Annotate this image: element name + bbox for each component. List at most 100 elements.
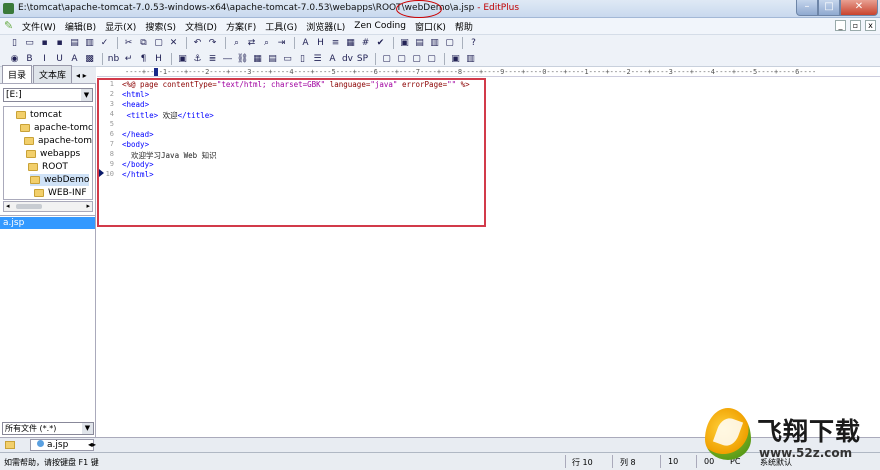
word-wrap-icon[interactable]: ≡ xyxy=(329,37,342,49)
input-icon[interactable]: ▭ xyxy=(281,53,294,65)
menu-view[interactable]: 显示(X) xyxy=(105,20,136,33)
cascade-icon[interactable]: ▥ xyxy=(428,37,441,49)
paragraph-icon[interactable]: ¶ xyxy=(137,53,150,65)
mdi-minimize-button[interactable]: _ xyxy=(835,20,846,31)
preview-icon[interactable]: ▣ xyxy=(449,53,462,65)
menu-bar: ✎ 文件(W) 编辑(B) 显示(X) 搜索(S) 文档(D) 方案(F) 工具… xyxy=(0,18,880,35)
print-icon[interactable]: ▤ xyxy=(68,37,81,49)
goto-icon[interactable]: ⇥ xyxy=(275,37,288,49)
italic-icon[interactable]: I xyxy=(38,53,51,65)
browser-icon[interactable]: ◉ xyxy=(8,53,21,65)
menu-search[interactable]: 搜索(S) xyxy=(145,20,176,33)
div-icon[interactable]: dv xyxy=(341,53,354,65)
save-all-icon[interactable]: ▪ xyxy=(53,37,66,49)
tile-icon[interactable]: ▤ xyxy=(413,37,426,49)
mdi-restore-button[interactable]: ▫ xyxy=(850,20,861,31)
tree-node-tomcat[interactable]: tomcat xyxy=(16,109,62,121)
color-picker-icon[interactable]: ▩ xyxy=(83,53,96,65)
minimize-button[interactable]: – xyxy=(796,0,818,16)
script-icon[interactable]: ▢ xyxy=(380,53,393,65)
menu-tools[interactable]: 工具(G) xyxy=(265,20,297,33)
fullscreen-icon[interactable]: ▢ xyxy=(443,37,456,49)
tab-a-jsp[interactable]: a.jsp xyxy=(30,439,94,451)
menu-edit[interactable]: 编辑(B) xyxy=(65,20,96,33)
file-filter-select[interactable]: 所有文件 (*.*) ▼ xyxy=(2,422,94,435)
check-icon[interactable]: ✔ xyxy=(374,37,387,49)
line-numbers-icon[interactable]: # xyxy=(359,37,372,49)
bold-icon[interactable]: B xyxy=(23,53,36,65)
scroll-thumb[interactable] xyxy=(16,204,42,209)
window-icon[interactable]: ▣ xyxy=(398,37,411,49)
print-preview-icon[interactable]: ▥ xyxy=(83,37,96,49)
menu-file[interactable]: 文件(W) xyxy=(22,20,56,33)
hr-icon[interactable]: ― xyxy=(221,53,234,65)
tree-horizontal-scrollbar[interactable]: ◂ ▸ xyxy=(3,201,93,212)
anchor-icon[interactable]: ⚓ xyxy=(191,53,204,65)
drive-select[interactable]: [E:] ▼ xyxy=(3,88,93,102)
menu-project[interactable]: 方案(F) xyxy=(226,20,256,33)
comment-icon[interactable]: ▢ xyxy=(410,53,423,65)
undo-icon[interactable]: ↶ xyxy=(191,37,204,49)
hex-icon[interactable]: H xyxy=(314,37,327,49)
delete-icon[interactable]: ✕ xyxy=(167,37,180,49)
underline-icon[interactable]: U xyxy=(53,53,66,65)
paste-icon[interactable]: ▢ xyxy=(152,37,165,49)
maximize-button[interactable]: □ xyxy=(818,0,840,16)
tree-node-apache-tomcat-1[interactable]: apache-tomc xyxy=(20,122,92,134)
tab-scroll-arrows[interactable]: ◂▸ xyxy=(88,440,96,449)
copy-icon[interactable]: ⧉ xyxy=(137,37,150,49)
frame-icon[interactable]: ▥ xyxy=(464,53,477,65)
redo-icon[interactable]: ↷ xyxy=(206,37,219,49)
nbsp-icon[interactable]: nb xyxy=(107,53,120,65)
tree-node-web-inf[interactable]: WEB-INF xyxy=(34,187,87,199)
scroll-right-icon[interactable]: ▸ xyxy=(86,202,90,210)
close-button[interactable]: ✕ xyxy=(840,0,878,16)
menu-zen-coding[interactable]: Zen Coding xyxy=(354,21,406,31)
table-icon[interactable]: ▦ xyxy=(251,53,264,65)
help-icon[interactable]: ? xyxy=(467,37,480,49)
find-icon[interactable]: ⌕ xyxy=(230,37,243,49)
tree-node-webdemo[interactable]: webDemo xyxy=(30,174,90,186)
column-icon[interactable]: ▦ xyxy=(344,37,357,49)
image-icon[interactable]: ▣ xyxy=(176,53,189,65)
heading-icon[interactable]: H xyxy=(152,53,165,65)
find-in-files-icon[interactable]: ⌕ xyxy=(260,37,273,49)
menu-document[interactable]: 文档(D) xyxy=(185,20,217,33)
list-icon[interactable]: ≣ xyxy=(206,53,219,65)
menu-browser[interactable]: 浏览器(L) xyxy=(306,20,345,33)
form-icon[interactable]: ▤ xyxy=(266,53,279,65)
tab-directory[interactable]: 目录 xyxy=(2,65,33,83)
text-icon[interactable]: A xyxy=(326,53,339,65)
open-folder-icon[interactable]: ▭ xyxy=(23,37,36,49)
new-file-icon[interactable]: ▯ xyxy=(8,37,21,49)
scroll-left-icon[interactable]: ◂ xyxy=(6,202,10,210)
mdi-close-button[interactable]: x xyxy=(865,20,876,31)
tree-node-root[interactable]: ROOT xyxy=(28,161,68,173)
chevron-down-icon[interactable]: ▼ xyxy=(81,89,92,101)
line-break-icon[interactable]: ↵ xyxy=(122,53,135,65)
code-editor[interactable]: 1 2 3 4 5 6 7 8 9 10 <%@ page contentTyp… xyxy=(97,78,880,437)
style-icon[interactable]: ▢ xyxy=(395,53,408,65)
font-color-icon[interactable]: A xyxy=(68,53,81,65)
cut-icon[interactable]: ✂ xyxy=(122,37,135,49)
tab-cliptext[interactable]: 文本库 xyxy=(33,65,73,83)
textarea-icon[interactable]: ▯ xyxy=(296,53,309,65)
save-icon[interactable]: ▪ xyxy=(38,37,51,49)
folder-icon xyxy=(5,441,15,449)
status-line: 行 10 xyxy=(572,458,593,467)
tab-scroll-arrows[interactable]: ◂ ▸ xyxy=(73,71,87,83)
chevron-down-icon[interactable]: ▼ xyxy=(82,423,93,434)
file-item-a-jsp[interactable]: a.jsp xyxy=(0,217,95,229)
tree-node-apache-tomcat-2[interactable]: apache-tom xyxy=(24,135,92,147)
spellcheck-icon[interactable]: ✓ xyxy=(98,37,111,49)
select-icon[interactable]: ☰ xyxy=(311,53,324,65)
replace-icon[interactable]: ⇄ xyxy=(245,37,258,49)
validate-icon[interactable]: ▢ xyxy=(425,53,438,65)
font-icon[interactable]: A xyxy=(299,37,312,49)
tree-node-webapps[interactable]: webapps xyxy=(26,148,80,160)
span-icon[interactable]: SP xyxy=(356,53,369,65)
menu-window[interactable]: 窗口(K) xyxy=(415,20,446,33)
status-total-lines: 10 xyxy=(668,457,679,466)
menu-help[interactable]: 帮助 xyxy=(455,20,473,33)
link-icon[interactable]: ⛓ xyxy=(236,53,249,65)
